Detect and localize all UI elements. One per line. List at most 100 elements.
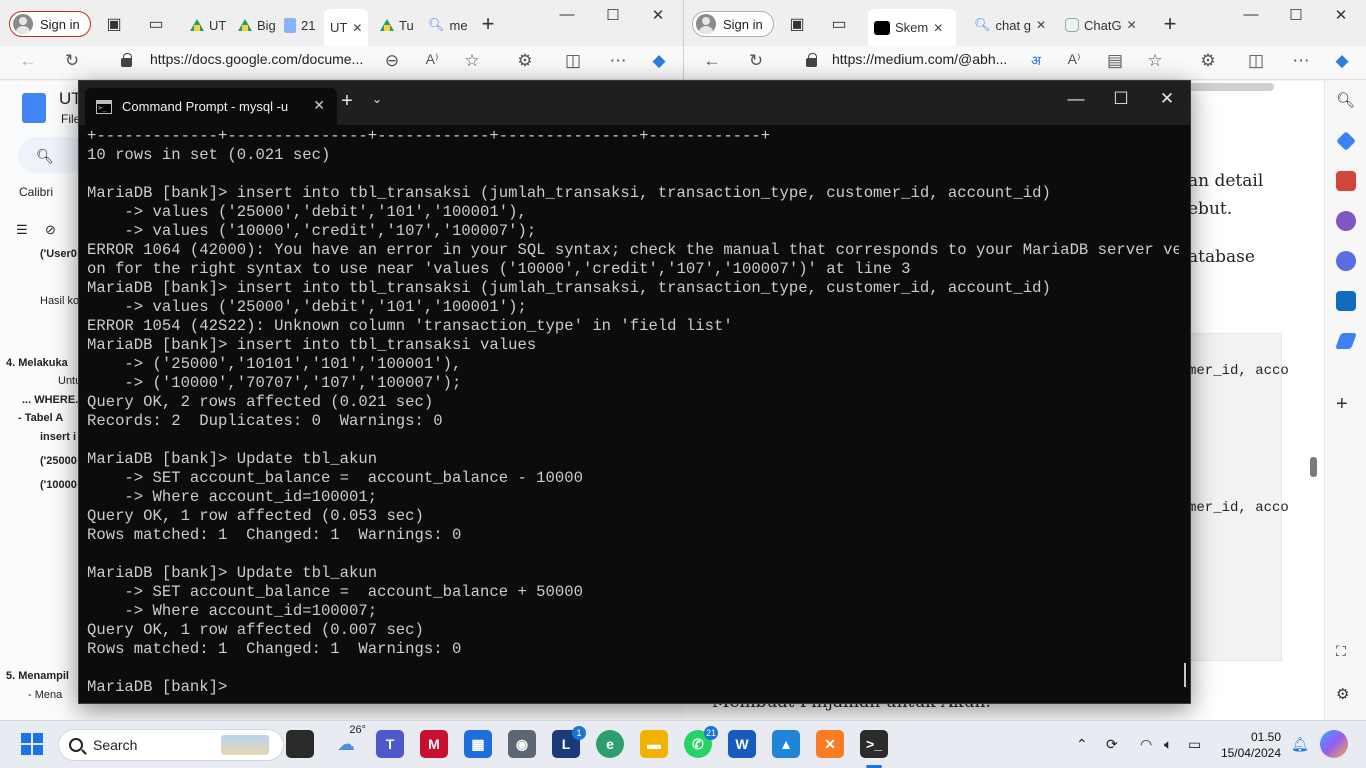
minimize-button[interactable]: — [1056, 89, 1096, 109]
close-button[interactable]: ✕ [643, 6, 673, 24]
maximize-button[interactable]: ☐ [1101, 89, 1141, 109]
copilot-taskbar-icon[interactable] [1320, 730, 1348, 758]
outlook-icon[interactable] [1336, 291, 1356, 311]
clock[interactable]: 01.50 15/04/2024 [1219, 729, 1281, 761]
photos-icon[interactable]: ▲ [772, 730, 800, 758]
back-icon[interactable]: ← [700, 51, 724, 71]
edge-icon[interactable]: e [596, 730, 624, 758]
tab-actions-icon[interactable]: ▭ [829, 14, 849, 34]
workspaces-icon[interactable]: ▣ [104, 14, 124, 34]
close-tab-icon[interactable]: ✕ [933, 21, 943, 35]
close-button[interactable]: ✕ [1326, 6, 1356, 24]
new-tab-button[interactable]: + [1160, 11, 1180, 36]
page-scrollbar-thumb[interactable] [1310, 457, 1317, 477]
copilot-icon[interactable]: ◆ [1330, 51, 1354, 71]
translate-icon[interactable]: अ [1024, 51, 1048, 69]
shopping-icon[interactable] [1336, 131, 1356, 151]
tools-icon[interactable] [1336, 171, 1356, 191]
close-tab-icon[interactable]: ✕ [1127, 18, 1137, 32]
minimize-button[interactable]: — [1236, 6, 1266, 23]
read-aloud-icon[interactable]: A⁾ [420, 51, 444, 68]
file-explorer-icon[interactable]: ▬ [640, 730, 668, 758]
tab-actions-icon[interactable]: ▭ [146, 14, 166, 34]
windows-start-icon[interactable] [18, 730, 46, 758]
terminal-tab[interactable]: Command Prompt - mysql -u ✕ [85, 88, 337, 125]
article-text: atabase [1188, 247, 1255, 267]
show-hidden-icons-icon[interactable]: ⌃ [1076, 736, 1088, 753]
clear-format-icon[interactable]: ⊘ [45, 222, 56, 238]
new-tab-button[interactable]: + [478, 11, 498, 36]
right-tab-2[interactable]: 🔍︎ chat g ✕ [974, 11, 1046, 39]
left-sign-in-button[interactable]: Sign in [9, 11, 91, 37]
games-icon[interactable] [1336, 211, 1356, 231]
maximize-button[interactable]: ☐ [1281, 6, 1311, 24]
battery-icon[interactable]: ▭ [1188, 736, 1201, 753]
back-icon[interactable]: ← [16, 51, 40, 71]
terminal-title-bar[interactable]: Command Prompt - mysql -u ✕ + ⌄ — ☐ ✕ [79, 81, 1190, 125]
wifi-icon[interactable]: ◠ [1140, 736, 1152, 753]
split-screen-icon[interactable]: ◫ [561, 51, 585, 71]
terminal-output[interactable]: +-------------+---------------+---------… [87, 127, 1179, 699]
tab-label: ChatG [1084, 17, 1122, 33]
mcafee-icon[interactable]: M [420, 730, 448, 758]
right-sign-in-button[interactable]: Sign in [692, 11, 774, 37]
right-tab-active[interactable]: Skem ✕ [868, 9, 956, 46]
refresh-icon[interactable]: ↻ [60, 51, 84, 71]
dropdown-icon[interactable]: ⌄ [357, 92, 397, 106]
task-view-icon[interactable] [286, 730, 314, 758]
maximize-button[interactable]: ☐ [598, 6, 628, 24]
left-tab-6[interactable]: 🔍︎ me [428, 11, 468, 39]
terminal-icon[interactable]: >_ [860, 730, 888, 758]
taskbar-search[interactable]: Search [58, 729, 284, 761]
code-scrollbar[interactable] [1184, 83, 1274, 91]
doc-font-name[interactable]: Calibri [19, 185, 53, 199]
immersive-reader-icon[interactable]: ▤ [1103, 51, 1127, 71]
add-icon[interactable]: + [1336, 394, 1356, 415]
left-tab-1[interactable]: UT [190, 11, 226, 39]
store-icon[interactable]: ▦ [464, 730, 492, 758]
search-icon[interactable]: 🔍︎ [1336, 91, 1356, 111]
weather-widget[interactable]: ☁ 26° [332, 724, 366, 758]
close-tab-icon[interactable]: ✕ [313, 97, 325, 114]
zoom-icon[interactable]: ⊖ [380, 51, 404, 71]
word-icon[interactable]: W [728, 730, 756, 758]
sync-icon[interactable]: ⟳ [1106, 736, 1118, 753]
left-tab-2[interactable]: Big [238, 11, 276, 39]
menu-icon[interactable]: ⋯ [606, 51, 630, 71]
microsoft365-icon[interactable] [1336, 251, 1356, 271]
doc-line: - Tabel A [18, 412, 64, 424]
read-aloud-icon[interactable]: A⁾ [1062, 51, 1086, 68]
left-url[interactable]: https://docs.google.com/docume... [150, 51, 363, 67]
send-icon[interactable] [1335, 333, 1357, 349]
left-tab-3[interactable]: 21 [284, 11, 315, 39]
notification-bell-icon[interactable]: 🔔︎ [1291, 736, 1309, 753]
right-url[interactable]: https://medium.com/@abh... [832, 51, 1007, 67]
screenshot-icon[interactable]: ⛶ [1336, 643, 1356, 663]
xampp-icon[interactable]: ✕ [816, 730, 844, 758]
copilot-icon[interactable]: ◆ [647, 51, 671, 71]
minimize-button[interactable]: — [552, 6, 582, 23]
whatsapp-icon[interactable]: ✆ 21 [684, 726, 718, 758]
left-tab-5[interactable]: Tu [380, 11, 414, 39]
close-button[interactable]: ✕ [1147, 89, 1187, 109]
lumin-icon[interactable]: L1 [552, 726, 586, 758]
settings-icon[interactable]: ⚙ [1336, 685, 1356, 705]
extensions-icon[interactable]: ⚙ [513, 51, 537, 71]
close-tab-icon[interactable]: ✕ [352, 21, 362, 35]
favorite-icon[interactable]: ☆ [1143, 51, 1167, 71]
indent-icon[interactable]: ☰ [16, 222, 28, 238]
camera-icon[interactable]: ◉ [508, 730, 536, 758]
left-tab-active[interactable]: UT ✕ [324, 9, 369, 46]
extensions-icon[interactable]: ⚙ [1196, 51, 1220, 71]
favorite-icon[interactable]: ☆ [460, 51, 484, 71]
close-tab-icon[interactable]: ✕ [1036, 18, 1046, 32]
workspaces-icon[interactable]: ▣ [787, 14, 807, 34]
refresh-icon[interactable]: ↻ [744, 51, 768, 71]
menu-icon[interactable]: ⋯ [1289, 51, 1313, 71]
volume-icon[interactable]: 🔈︎ [1164, 736, 1172, 753]
teams-icon[interactable]: T [376, 730, 404, 758]
terminal-scrollbar[interactable] [1184, 663, 1186, 687]
split-screen-icon[interactable]: ◫ [1244, 51, 1268, 71]
right-tab-3[interactable]: ChatG ✕ [1065, 11, 1137, 39]
command-prompt-window[interactable]: Command Prompt - mysql -u ✕ + ⌄ — ☐ ✕ +-… [78, 80, 1191, 704]
